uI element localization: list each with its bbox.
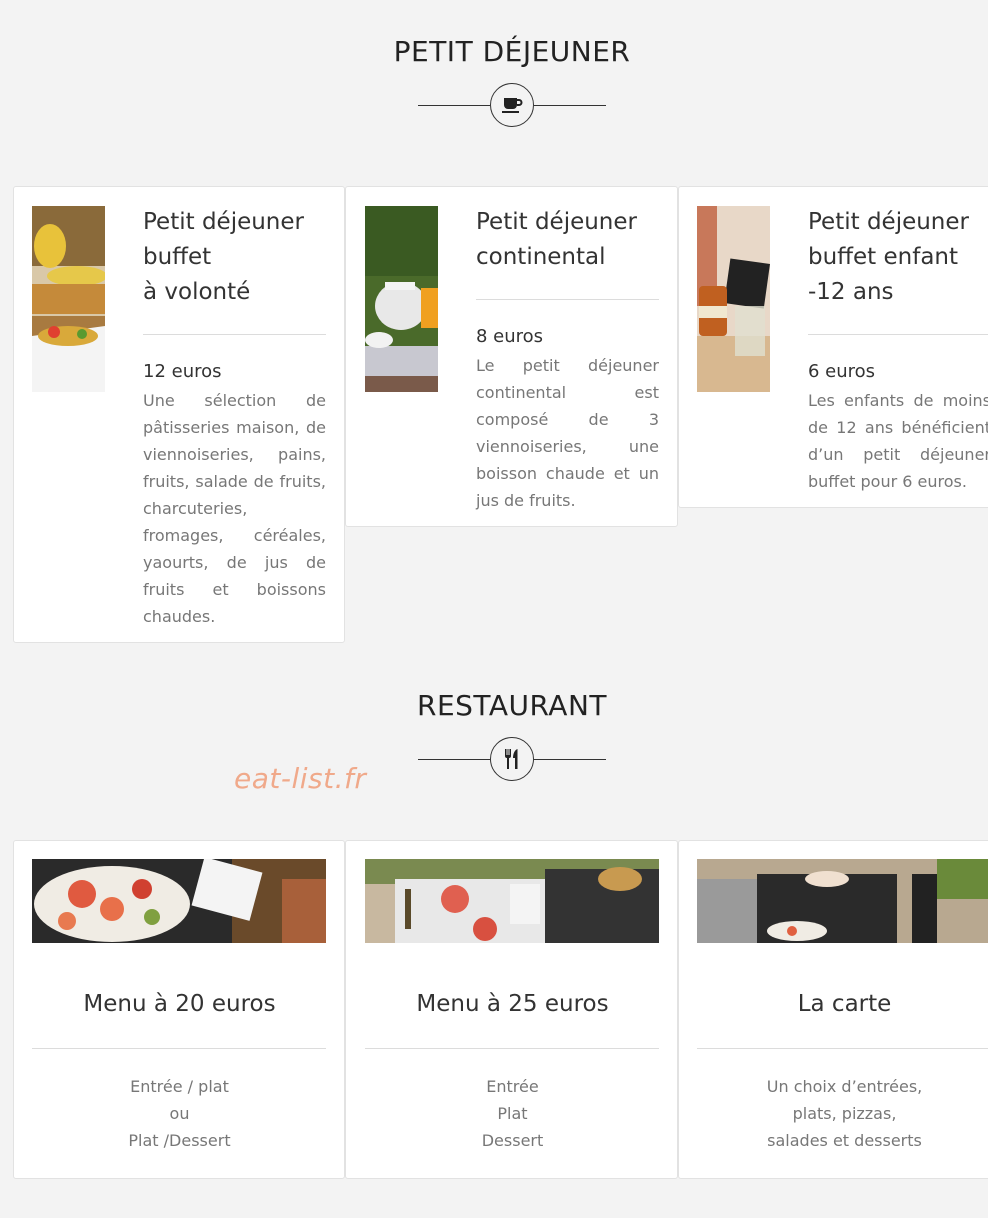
card-title: Petit déjeuner continental [476,209,637,270]
card-separator [365,1048,659,1049]
card-price: 6 euros [808,361,876,382]
card-separator [143,334,326,335]
fruit-basket-photo [32,206,105,392]
breakfast-card-buffet[interactable]: Petit déjeuner buffet à volonté 12 euros… [13,186,345,643]
card-description: Une sélection de pâtisseries maison, de … [143,391,326,626]
terrace-table-photo [365,859,659,943]
menu-card-carte[interactable]: La carte Un choix d’entrées, plats, pizz… [678,840,988,1179]
card-description: Entrée Plat Dessert [481,1077,544,1150]
card-separator [476,299,659,300]
breakfast-card-continental[interactable]: Petit déjeuner continental 8 euros Le pe… [345,186,678,527]
restaurant-section-title: RESTAURANT [416,689,608,722]
restaurant-divider [418,737,606,783]
card-title: Petit déjeuner buffet à volonté [143,209,304,305]
breakfast-card-kids[interactable]: Petit déjeuner buffet enfant -12 ans 6 e… [678,186,988,508]
watermark: eat-list.fr [234,762,367,795]
salad-plate-photo [32,859,326,943]
card-separator [697,1048,988,1049]
coffee-cup-icon [490,83,534,127]
card-description: Le petit déjeuner continental est compos… [476,356,659,510]
card-separator [808,334,988,335]
card-price: 8 euros [476,326,544,347]
menu-card-25[interactable]: Menu à 25 euros Entrée Plat Dessert [345,840,678,1179]
card-title: Petit déjeuner buffet enfant -12 ans [808,209,969,305]
card-title: Menu à 20 euros [83,991,276,1017]
breakfast-divider [418,83,606,129]
card-price: 12 euros [143,361,222,382]
card-title: Menu à 25 euros [416,991,609,1017]
outdoor-dining-photo [697,859,988,943]
card-description: Un choix d’entrées, plats, pizzas, salad… [766,1077,923,1150]
menu-card-20[interactable]: Menu à 20 euros Entrée / plat ou Plat /D… [13,840,345,1179]
breakfast-section-title: PETIT DÉJEUNER [393,35,631,68]
card-description: Les enfants de moins de 12 ans bénéficie… [808,391,988,491]
card-description: Entrée / plat ou Plat /Dessert [128,1077,231,1150]
teapot-photo [365,206,438,392]
card-title: La carte [797,991,892,1017]
juice-jars-photo [697,206,770,392]
fork-knife-icon [490,737,534,781]
card-separator [32,1048,326,1049]
